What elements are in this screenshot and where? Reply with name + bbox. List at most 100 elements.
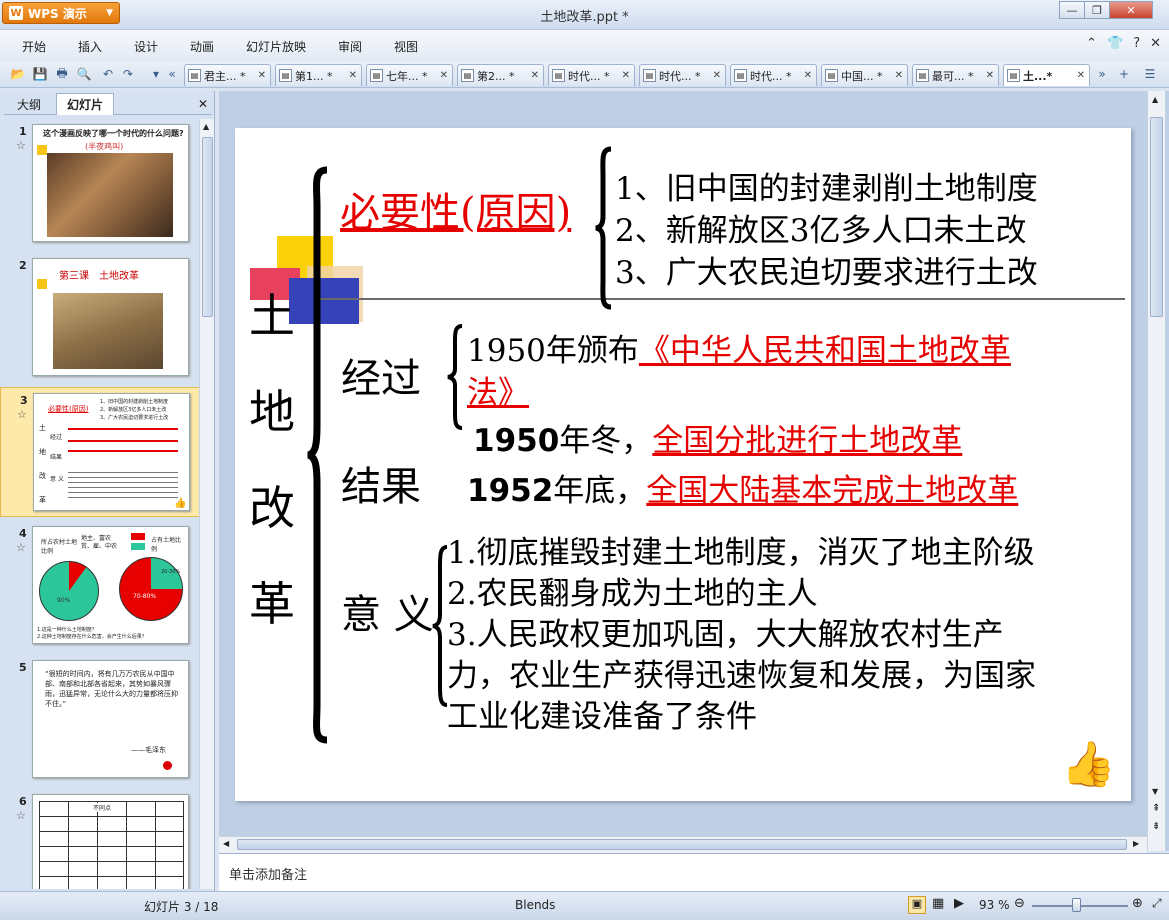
prev-slide-icon[interactable]: ⇞: [1152, 803, 1160, 814]
slide-scrollbar[interactable]: ▲ ▼ ⇞ ⇟: [1147, 91, 1165, 851]
scroll-right-icon[interactable]: ▶: [1133, 839, 1139, 848]
notes-placeholder[interactable]: 单击添加备注: [229, 864, 307, 883]
tab-list-icon[interactable]: ☰: [1142, 66, 1158, 82]
reason-item: 3、广大农民迫切要求进行土改: [615, 255, 1038, 291]
thumbnail-item[interactable]: 4 ☆ 所占农村土地比例 地主、富农 贫、雇、中农 占有土地比例 90% 70-…: [0, 521, 200, 651]
shirt-skin-icon[interactable]: 👕: [1107, 36, 1123, 51]
tab-slides[interactable]: 幻灯片: [56, 93, 114, 115]
menu-animation[interactable]: 动画: [190, 38, 214, 55]
slide-thumbnail[interactable]: 所占农村土地比例 地主、富农 贫、雇、中农 占有土地比例 90% 70-80% …: [32, 526, 189, 644]
thumb-number: 1: [19, 125, 27, 138]
doc-tab[interactable]: ▤ 第2... * ✕: [457, 64, 544, 86]
current-slide[interactable]: 土 地 改 革 必要性(原因) 1、旧中国的封建剥削土地制度 2、新解放区3亿多…: [235, 128, 1131, 801]
zoom-slider-handle[interactable]: [1072, 898, 1081, 912]
undo-icon[interactable]: ↶: [100, 66, 116, 82]
tab-close-icon[interactable]: ✕: [622, 70, 630, 81]
scroll-up-icon[interactable]: ▲: [1152, 95, 1158, 104]
thumb-number: 3: [20, 394, 28, 407]
menu-slideshow[interactable]: 幻灯片放映: [246, 38, 306, 55]
tab-close-icon[interactable]: ✕: [804, 70, 812, 81]
thumbnail-item[interactable]: 1 ☆ 这个漫画反映了哪一个时代的什么问题? (半夜鸡叫): [0, 119, 200, 247]
winter-suffix: 年冬，: [559, 423, 653, 459]
thumb-text: 90%: [57, 597, 71, 604]
thumb-questions: 1.这是一种什么土地制度？ 2.这种土地制度存在什么危害，会产生什么后果？: [37, 627, 187, 641]
tab-close-icon[interactable]: ✕: [531, 70, 539, 81]
doc-tab[interactable]: ▤ 时代... * ✕: [639, 64, 726, 86]
tab-close-icon[interactable]: ✕: [1077, 70, 1085, 81]
print-icon[interactable]: 🖶: [54, 66, 70, 82]
redo-icon[interactable]: ↷: [120, 66, 136, 82]
normal-view-icon[interactable]: ▣: [908, 896, 926, 914]
minimize-ribbon-icon[interactable]: ⌃: [1086, 36, 1097, 51]
tab-close-icon[interactable]: ✕: [986, 70, 994, 81]
panel-close-icon[interactable]: ✕: [198, 97, 208, 111]
ppt-file-icon: ▤: [279, 69, 292, 82]
close-button[interactable]: ✕: [1109, 1, 1153, 19]
customize-toolbar-icon[interactable]: ▾: [148, 66, 164, 82]
panel-tabs: 大纲 幻灯片 ✕: [4, 93, 212, 115]
doc-tab[interactable]: ▤ 最可... * ✕: [912, 64, 999, 86]
tab-scroll-left-icon[interactable]: «: [164, 66, 180, 82]
doc-tab[interactable]: ▤ 时代... * ✕: [548, 64, 635, 86]
thumbnail-item[interactable]: 5 “很短的时间内，将有几万万农民从中国中部、南部和北部各省起来，其势如暴风骤雨…: [0, 655, 200, 785]
pie-chart-left: [39, 561, 99, 621]
scroll-left-icon[interactable]: ◀: [223, 839, 229, 848]
menu-review[interactable]: 审阅: [338, 38, 362, 55]
close-doc-icon[interactable]: ✕: [1150, 36, 1161, 51]
restore-button[interactable]: ❐: [1084, 1, 1110, 19]
slide-thumbnail[interactable]: 必要性(原因) 1、旧中国的封建剥削土地制度 2、新解放区3亿多人口未土改 3、…: [33, 393, 190, 511]
slide-thumbnail[interactable]: 不同点: [32, 794, 189, 889]
h-scroll-thumb[interactable]: [237, 839, 1127, 850]
law-name: 《中华人民共和国土地改革: [638, 333, 1011, 369]
notes-pane[interactable]: 单击添加备注: [219, 853, 1169, 891]
doc-tab-active[interactable]: ▤ 土...* ✕: [1003, 64, 1090, 86]
zoom-out-icon[interactable]: ⊖: [1014, 896, 1025, 911]
tab-close-icon[interactable]: ✕: [713, 70, 721, 81]
tab-close-icon[interactable]: ✕: [258, 70, 266, 81]
print-preview-icon[interactable]: 🔍: [76, 66, 92, 82]
next-slide-icon[interactable]: ⇟: [1152, 821, 1160, 832]
doc-tab[interactable]: ▤ 七年... * ✕: [366, 64, 453, 86]
save-icon[interactable]: 💾: [32, 66, 48, 82]
fit-window-icon[interactable]: ⤢: [1152, 896, 1162, 911]
doc-tab[interactable]: ▤ 君主... * ✕: [184, 64, 271, 86]
slide-thumbnail[interactable]: “很短的时间内，将有几万万农民从中国中部、南部和北部各省起来，其势如暴风骤雨，迅…: [32, 660, 189, 778]
tab-close-icon[interactable]: ✕: [349, 70, 357, 81]
slideshow-icon[interactable]: ▶: [954, 896, 964, 911]
slide-thumbnail[interactable]: 第三课 土地改革: [32, 258, 189, 376]
menu-insert[interactable]: 插入: [78, 38, 102, 55]
thumbnail-item-selected[interactable]: 3 ☆ 必要性(原因) 1、旧中国的封建剥削土地制度 2、新解放区3亿多人口未土…: [0, 387, 200, 517]
slide-sorter-icon[interactable]: ▦: [932, 896, 944, 911]
horizontal-scrollbar[interactable]: ◀ ▶: [219, 836, 1147, 853]
thumbs-up-icon[interactable]: 👍: [1061, 738, 1116, 790]
result-label: 结果: [341, 464, 421, 510]
thumbnail-item[interactable]: 2 第三课 土地改革: [0, 253, 200, 381]
meaning-item: 1.彻底摧毁封建土地制度，消灭了地主阶级: [447, 535, 1035, 571]
menu-design[interactable]: 设计: [134, 38, 158, 55]
new-tab-icon[interactable]: +: [1116, 66, 1132, 82]
doc-tab[interactable]: ▤ 中国... * ✕: [821, 64, 908, 86]
doc-tab-label: 第1... *: [295, 69, 333, 83]
tab-close-icon[interactable]: ✕: [895, 70, 903, 81]
slide-thumbnail[interactable]: 这个漫画反映了哪一个时代的什么问题? (半夜鸡叫): [32, 124, 189, 242]
scroll-thumb[interactable]: [1150, 117, 1163, 317]
process-label: 经过: [341, 356, 421, 402]
zoom-in-icon[interactable]: ⊕: [1132, 896, 1143, 911]
tab-outline[interactable]: 大纲: [6, 93, 52, 115]
meanings-list: 1.彻底摧毁封建土地制度，消灭了地主阶级 2.农民翻身成为土地的主人 3.人民政…: [447, 533, 1036, 738]
scroll-thumb[interactable]: [202, 137, 213, 317]
menu-view[interactable]: 视图: [394, 38, 418, 55]
tab-scroll-right-icon[interactable]: »: [1094, 66, 1110, 82]
open-icon[interactable]: 📂: [10, 66, 26, 82]
meaning-item: 3.人民政权更加巩固，大大解放农村生产: [447, 617, 1004, 653]
doc-tab[interactable]: ▤ 第1... * ✕: [275, 64, 362, 86]
thumbnail-item[interactable]: 6 ☆ 不同点: [0, 789, 200, 889]
tab-close-icon[interactable]: ✕: [440, 70, 448, 81]
scroll-up-icon[interactable]: ▲: [203, 122, 209, 131]
scroll-down-icon[interactable]: ▼: [1152, 787, 1158, 796]
doc-tab[interactable]: ▤ 时代... * ✕: [730, 64, 817, 86]
thumbnail-scrollbar[interactable]: ▲: [199, 119, 214, 889]
help-icon[interactable]: ?: [1133, 36, 1140, 51]
minimize-button[interactable]: —: [1059, 1, 1085, 19]
menu-home[interactable]: 开始: [22, 38, 46, 55]
